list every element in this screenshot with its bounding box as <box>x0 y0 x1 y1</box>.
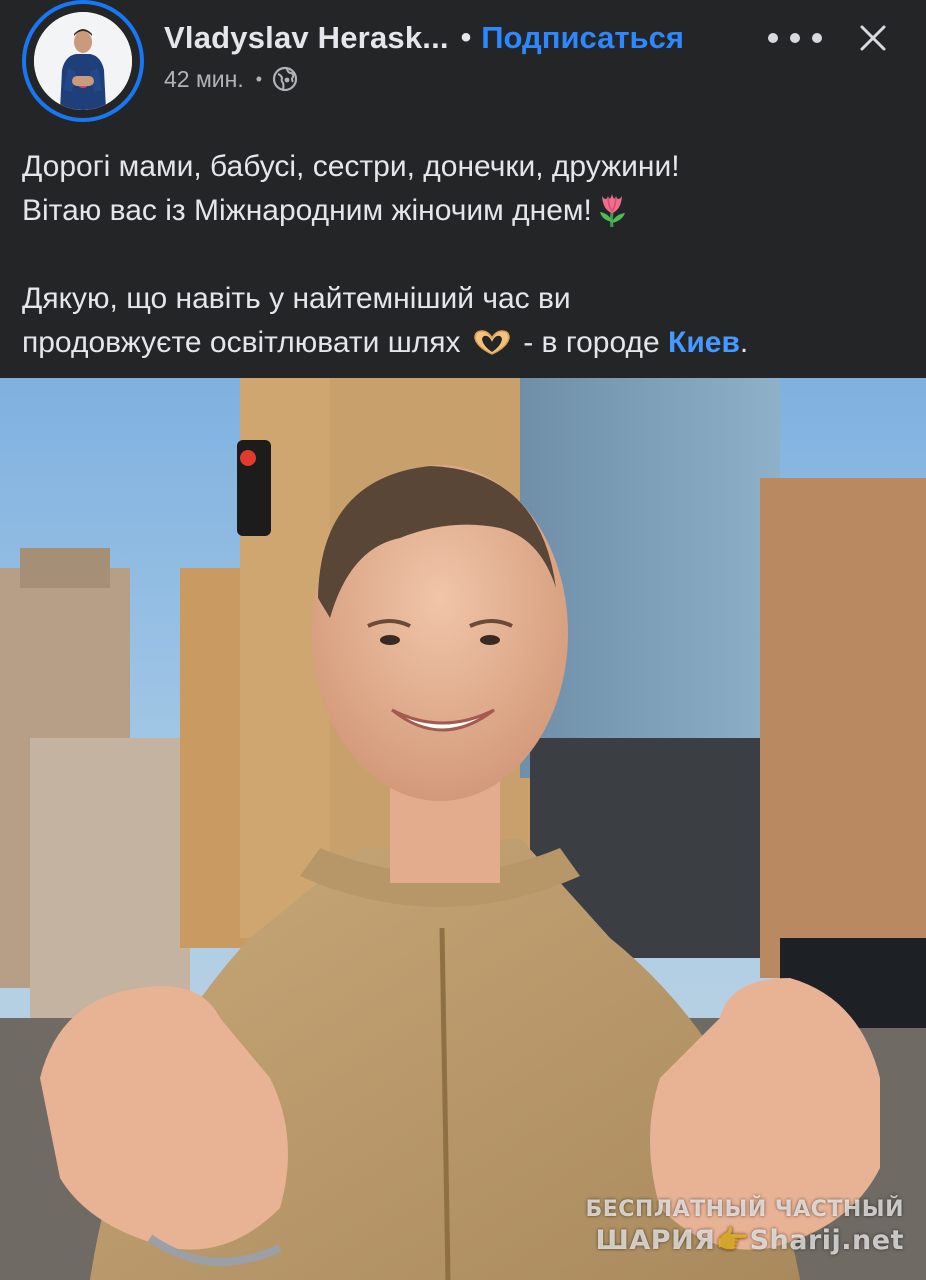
location-link[interactable]: Киев <box>668 326 740 359</box>
post-photo[interactable]: БЕСПЛАТНЫЙ ЧАСТНЫЙ ШАРИЯ👉Sharij.net <box>0 378 926 1280</box>
separator-dot: • <box>460 21 472 54</box>
avatar[interactable] <box>22 0 144 122</box>
text-line-1: Дорогі мами, бабусі, сестри, донечки, др… <box>22 150 680 183</box>
location-prefix: - в городе <box>523 326 660 359</box>
text-line-4: продовжуєте освітлювати шлях <box>22 326 461 359</box>
text-line: Дякую, що навіть у найтемніший час ви <box>22 277 912 321</box>
post-header: Vladyslav Herask... • Подписаться 42 мин… <box>0 0 926 122</box>
text-line: Дорогі мами, бабусі, сестри, донечки, др… <box>22 145 912 189</box>
author-line: Vladyslav Herask... • Подписаться <box>164 16 684 60</box>
post-body-text: Дорогі мами, бабусі, сестри, донечки, др… <box>22 145 912 365</box>
author-name[interactable]: Vladyslav Herask... <box>164 20 449 56</box>
close-icon[interactable] <box>854 18 892 58</box>
watermark-line-2: ШАРИЯ👉Sharij.net <box>595 1225 904 1256</box>
follow-button[interactable]: Подписаться <box>481 20 684 56</box>
text-line-4-end: . <box>739 326 749 359</box>
avatar-image <box>34 12 132 110</box>
heart-hands-emoji-icon <box>471 326 513 356</box>
text-line-2: Вітаю вас із Міжнародним жіночим днем! <box>22 194 592 227</box>
globe-icon[interactable] <box>272 66 298 92</box>
text-line: продовжуєте освітлювати шлях - в городе … <box>22 321 912 365</box>
text-line-3: Дякую, що навіть у найтемніший час ви <box>22 282 571 315</box>
watermark-line-1: БЕСПЛАТНЫЙ ЧАСТНЫЙ <box>585 1197 904 1222</box>
text-line: Вітаю вас із Міжнародним жіночим днем! <box>22 189 912 233</box>
post-time[interactable]: 42 мин. <box>164 66 244 93</box>
tulip-emoji-icon <box>594 190 630 228</box>
watermark: БЕСПЛАТНЫЙ ЧАСТНЫЙ ШАРИЯ👉Sharij.net <box>585 1197 904 1256</box>
post-meta: 42 мин. • <box>164 63 298 95</box>
meta-separator: • <box>255 68 263 89</box>
more-horizontal-icon[interactable] <box>768 22 822 54</box>
